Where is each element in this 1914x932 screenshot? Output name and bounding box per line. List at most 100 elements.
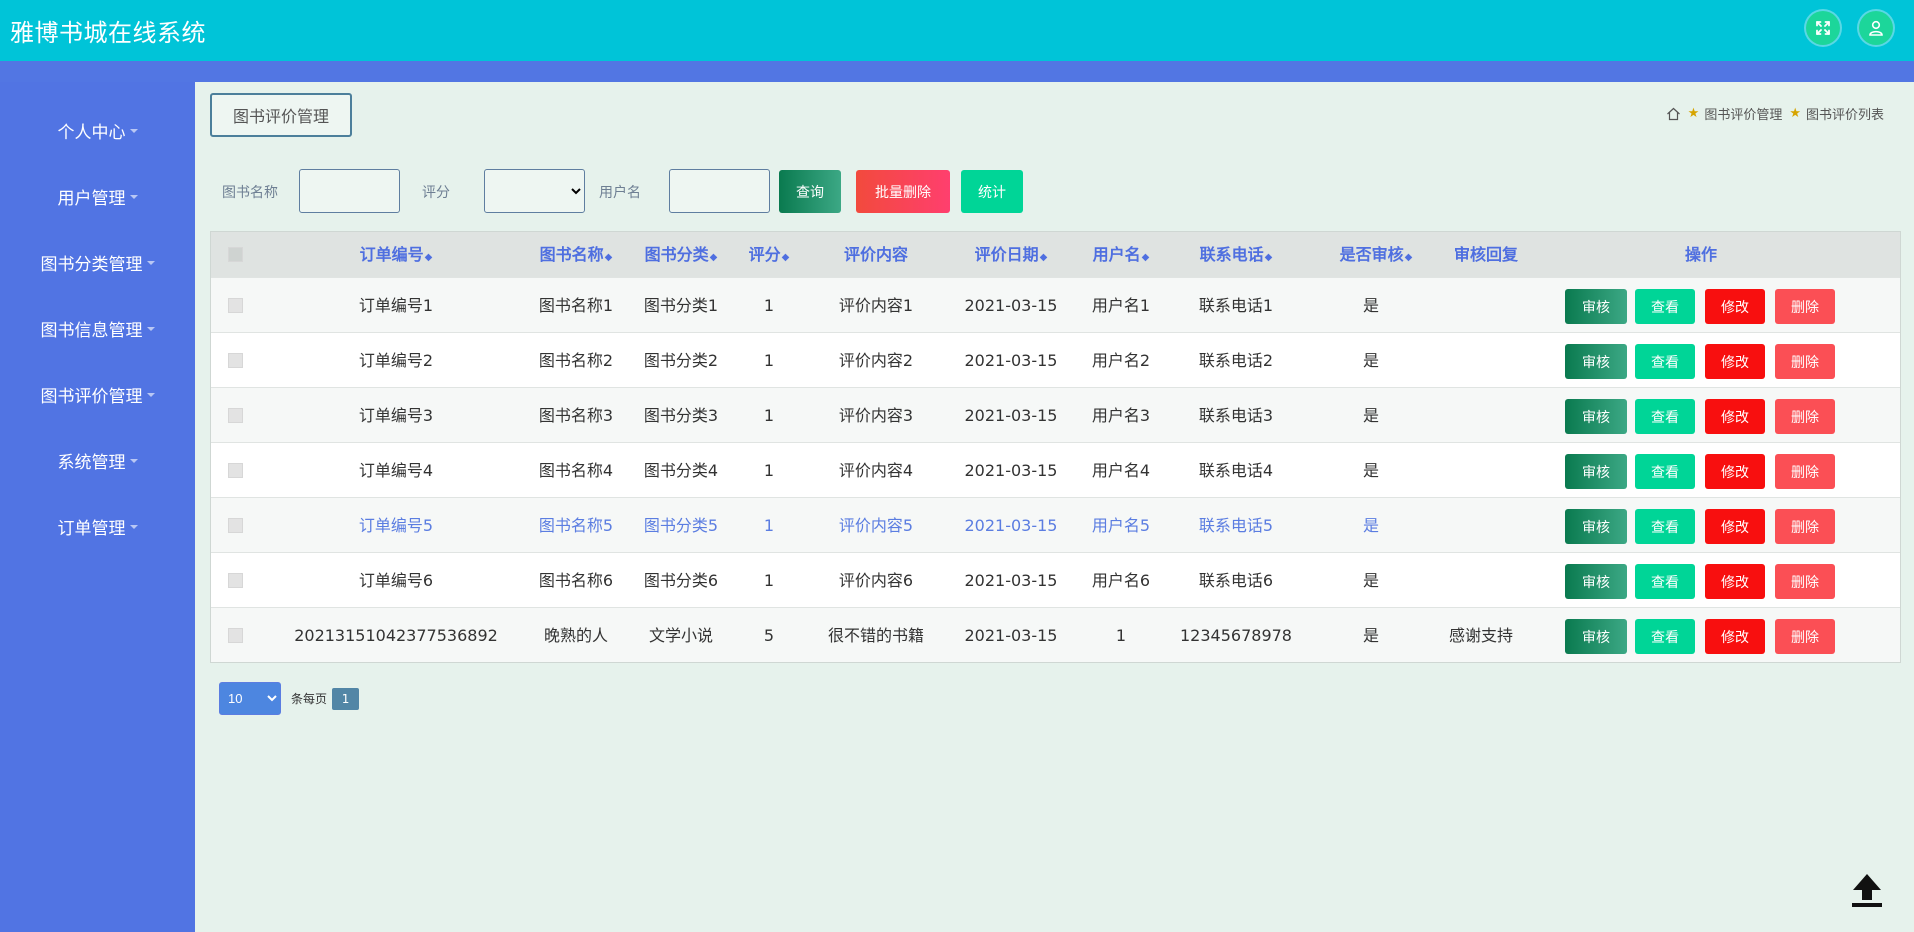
sidebar-item-book-review[interactable]: 图书评价管理 [0, 374, 195, 414]
user-button[interactable] [1859, 11, 1893, 45]
audit-button[interactable]: 审核 [1565, 454, 1627, 489]
audit-button[interactable]: 审核 [1565, 289, 1627, 324]
main-content: 图书评价管理 ★ 图书评价管理 ★ 图书评价列表 图书名称 评分 用户名 查询 … [195, 82, 1914, 932]
col-label: 审核回复 [1453, 245, 1518, 264]
sidebar-item-label: 图书信息管理 [40, 320, 143, 341]
col-category[interactable]: 图书分类◆ [636, 232, 726, 277]
row-checkbox[interactable] [228, 628, 243, 643]
col-book-name[interactable]: 图书名称◆ [521, 232, 631, 277]
batch-delete-button[interactable]: 批量删除 [856, 170, 950, 213]
sidebar-item-book-category[interactable]: 图书分类管理 [0, 242, 195, 282]
breadcrumb-item[interactable]: 图书评价管理 [1704, 104, 1782, 123]
row-checkbox[interactable] [228, 573, 243, 588]
view-button[interactable]: 查看 [1635, 399, 1695, 434]
edit-button[interactable]: 修改 [1705, 289, 1765, 324]
table-row[interactable]: 订单编号5 图书名称5 图书分类5 1 评价内容5 2021-03-15 用户名5 联系电话5… [211, 497, 1900, 552]
cell-username: 用户名3 [1091, 406, 1151, 425]
sidebar-item-user-management[interactable]: 用户管理 [0, 176, 195, 216]
cell-book-name: 图书名称3 [538, 406, 614, 425]
col-rating[interactable]: 评分◆ [734, 232, 804, 277]
view-button[interactable]: 查看 [1635, 454, 1695, 489]
sidebar-item-book-info[interactable]: 图书信息管理 [0, 308, 195, 348]
page-title-tab[interactable]: 图书评价管理 [210, 93, 352, 137]
cell-phone: 联系电话1 [1198, 296, 1274, 315]
edit-button[interactable]: 修改 [1705, 454, 1765, 489]
book-name-label: 图书名称 [222, 185, 278, 201]
cell-audited: 是 [1362, 571, 1379, 590]
select-all-checkbox[interactable] [228, 247, 243, 262]
delete-button[interactable]: 删除 [1775, 509, 1835, 544]
query-button[interactable]: 查询 [779, 170, 841, 213]
edit-button[interactable]: 修改 [1705, 619, 1765, 654]
view-button[interactable]: 查看 [1635, 619, 1695, 654]
delete-button[interactable]: 删除 [1775, 289, 1835, 324]
sidebar: 个人中心 用户管理 图书分类管理 图书信息管理 图书评价管理 系统管理 订单管理 [0, 82, 195, 932]
sidebar-item-system[interactable]: 系统管理 [0, 440, 195, 480]
sort-icon: ◆ [781, 252, 790, 263]
star-icon: ★ [1687, 106, 1700, 121]
audit-button[interactable]: 审核 [1565, 619, 1627, 654]
page-size-select[interactable]: 10 [219, 682, 281, 715]
audit-button[interactable]: 审核 [1565, 509, 1627, 544]
table-row[interactable]: 订单编号2 图书名称2 图书分类2 1 评价内容2 2021-03-15 用户名2 联系电话2… [211, 332, 1900, 387]
row-checkbox[interactable] [228, 353, 243, 368]
cell-phone: 联系电话4 [1198, 461, 1274, 480]
view-button[interactable]: 查看 [1635, 289, 1695, 324]
back-to-top-icon[interactable] [1850, 872, 1884, 908]
star-icon: ★ [1789, 106, 1801, 121]
row-checkbox[interactable] [228, 518, 243, 533]
fullscreen-button[interactable] [1806, 11, 1840, 45]
cell-order-no: 订单编号3 [358, 406, 434, 425]
username-label: 用户名 [599, 185, 641, 201]
table-row[interactable]: 订单编号6 图书名称6 图书分类6 1 评价内容6 2021-03-15 用户名6 联系电话6… [211, 552, 1900, 607]
row-checkbox[interactable] [228, 298, 243, 313]
cell-content: 评价内容4 [838, 461, 914, 480]
rating-select[interactable] [484, 169, 585, 213]
cell-rating: 1 [763, 296, 775, 315]
view-button[interactable]: 查看 [1635, 509, 1695, 544]
home-icon[interactable] [1666, 107, 1681, 121]
table-row[interactable]: 订单编号1 图书名称1 图书分类1 1 评价内容1 2021-03-15 用户名1 联系电话1… [211, 277, 1900, 332]
edit-button[interactable]: 修改 [1705, 509, 1765, 544]
sort-icon: ◆ [1039, 252, 1048, 263]
col-phone[interactable]: 联系电话◆ [1171, 232, 1301, 277]
col-reply: 审核回复 [1421, 232, 1551, 277]
cell-date: 2021-03-15 [964, 516, 1058, 535]
cell-phone: 联系电话2 [1198, 351, 1274, 370]
table-row[interactable]: 订单编号4 图书名称4 图书分类4 1 评价内容4 2021-03-15 用户名4 联系电话4… [211, 442, 1900, 497]
table-row[interactable]: 20213151042377536892 晚熟的人 文学小说 5 很不错的书籍 2021-… [211, 607, 1900, 662]
cell-audited: 是 [1362, 626, 1379, 645]
delete-button[interactable]: 删除 [1775, 454, 1835, 489]
page-number-button[interactable]: 1 [332, 687, 360, 710]
sidebar-item-personal-center[interactable]: 个人中心 [0, 110, 195, 150]
row-checkbox[interactable] [228, 463, 243, 478]
delete-button[interactable]: 删除 [1775, 344, 1835, 379]
cell-order-no: 订单编号6 [358, 571, 434, 590]
col-order-no[interactable]: 订单编号◆ [291, 232, 501, 277]
cell-category: 图书分类2 [643, 351, 719, 370]
delete-button[interactable]: 删除 [1775, 619, 1835, 654]
audit-button[interactable]: 审核 [1565, 399, 1627, 434]
col-username[interactable]: 用户名◆ [1081, 232, 1161, 277]
row-checkbox[interactable] [228, 408, 243, 423]
edit-button[interactable]: 修改 [1705, 399, 1765, 434]
cell-category: 图书分类1 [643, 296, 719, 315]
cell-reply [1426, 498, 1536, 553]
delete-button[interactable]: 删除 [1775, 564, 1835, 599]
stats-button[interactable]: 统计 [961, 170, 1023, 213]
audit-button[interactable]: 审核 [1565, 344, 1627, 379]
view-button[interactable]: 查看 [1635, 564, 1695, 599]
audit-button[interactable]: 审核 [1565, 564, 1627, 599]
cell-order-no: 订单编号4 [358, 461, 434, 480]
app-title: 雅博书城在线系统 [10, 19, 206, 47]
caret-down-icon [129, 129, 138, 133]
table-row[interactable]: 订单编号3 图书名称3 图书分类3 1 评价内容3 2021-03-15 用户名3 联系电话3… [211, 387, 1900, 442]
book-name-input[interactable] [299, 169, 400, 213]
view-button[interactable]: 查看 [1635, 344, 1695, 379]
col-date[interactable]: 评价日期◆ [946, 232, 1076, 277]
sidebar-item-orders[interactable]: 订单管理 [0, 506, 195, 546]
username-input[interactable] [669, 169, 770, 213]
edit-button[interactable]: 修改 [1705, 344, 1765, 379]
delete-button[interactable]: 删除 [1775, 399, 1835, 434]
edit-button[interactable]: 修改 [1705, 564, 1765, 599]
